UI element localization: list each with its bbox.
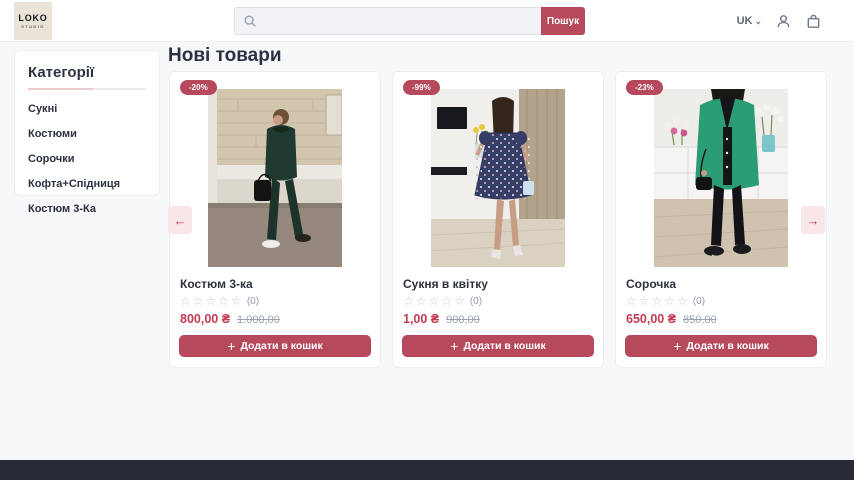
star-icon: ☆ — [652, 295, 663, 307]
star-icon: ☆ — [664, 295, 675, 307]
header: LOKO STUDIO Пошук UK ⌄ — [0, 0, 854, 42]
star-icon: ☆ — [218, 295, 229, 307]
price-row: 650,00 ₴ 850,00 — [626, 312, 816, 326]
product-image[interactable] — [654, 89, 788, 267]
add-to-cart-button[interactable]: + Додати в кошик — [179, 335, 371, 357]
search-input[interactable] — [263, 15, 533, 27]
price: 650,00 ₴ — [626, 312, 676, 326]
search-icon — [243, 14, 257, 28]
star-icon: ☆ — [416, 295, 427, 307]
star-icon: ☆ — [429, 295, 440, 307]
product-card[interactable]: -23% — [615, 71, 827, 368]
header-right: UK ⌄ — [737, 0, 822, 42]
language-label: UK — [737, 15, 753, 27]
star-icon: ☆ — [441, 295, 452, 307]
storefront-page: LOKO STUDIO Пошук UK ⌄ — [0, 0, 854, 480]
star-icon: ☆ — [193, 295, 204, 307]
sidebar-item-suits[interactable]: Костюми — [28, 124, 146, 140]
star-icon: ☆ — [180, 295, 191, 307]
price: 800,00 ₴ — [180, 312, 230, 326]
new-products-carousel: -20% — [169, 71, 827, 368]
sidebar-item-top-skirt[interactable]: Кофта+Спідниця — [28, 174, 146, 190]
old-price: 850,00 — [683, 314, 717, 326]
chevron-down-icon: ⌄ — [754, 16, 762, 27]
search-button[interactable]: Пошук — [541, 7, 585, 35]
rating: ☆ ☆ ☆ ☆ ☆ (0) — [180, 295, 370, 307]
rating-count: (0) — [693, 296, 705, 307]
cart-icon[interactable] — [805, 13, 822, 30]
star-icon: ☆ — [677, 295, 688, 307]
product-title[interactable]: Сорочка — [626, 277, 816, 291]
old-price: 900,00 — [446, 314, 480, 326]
logo-subtext: STUDIO — [21, 24, 45, 29]
add-to-cart-button[interactable]: + Додати в кошик — [625, 335, 817, 357]
user-icon[interactable] — [775, 13, 792, 30]
price-row: 800,00 ₴ 1.000,00 — [180, 312, 370, 326]
plus-icon: + — [450, 339, 458, 353]
plus-icon: + — [673, 339, 681, 353]
star-icon: ☆ — [454, 295, 465, 307]
add-to-cart-label: Додати в кошик — [240, 340, 322, 352]
sidebar-item-suit-3[interactable]: Костюм 3-Ка — [28, 199, 146, 215]
arrow-right-icon: → — [807, 213, 820, 228]
search-bar: Пошук — [234, 7, 585, 35]
price-row: 1,00 ₴ 900,00 — [403, 312, 593, 326]
discount-badge: -23% — [626, 80, 663, 95]
search-box — [234, 7, 541, 35]
add-to-cart-button[interactable]: + Додати в кошик — [402, 335, 594, 357]
arrow-left-icon: ← — [174, 213, 187, 228]
star-icon: ☆ — [403, 295, 414, 307]
sidebar-divider — [28, 88, 146, 90]
carousel-prev-button[interactable]: ← — [168, 206, 192, 234]
rating-count: (0) — [247, 296, 259, 307]
product-image[interactable] — [431, 89, 565, 267]
sidebar-item-shirts[interactable]: Сорочки — [28, 149, 146, 165]
rating-count: (0) — [470, 296, 482, 307]
star-icon: ☆ — [206, 295, 217, 307]
discount-badge: -20% — [180, 80, 217, 95]
product-image[interactable] — [208, 89, 342, 267]
star-icon: ☆ — [231, 295, 242, 307]
carousel-next-button[interactable]: → — [801, 206, 825, 234]
old-price: 1.000,00 — [237, 314, 280, 326]
add-to-cart-label: Додати в кошик — [463, 340, 545, 352]
sidebar-item-dresses[interactable]: Сукні — [28, 99, 146, 115]
star-icon: ☆ — [626, 295, 637, 307]
rating: ☆ ☆ ☆ ☆ ☆ (0) — [626, 295, 816, 307]
product-card[interactable]: -99% — [392, 71, 604, 368]
add-to-cart-label: Додати в кошик — [686, 340, 768, 352]
product-card[interactable]: -20% — [169, 71, 381, 368]
plus-icon: + — [227, 339, 235, 353]
star-icon: ☆ — [639, 295, 650, 307]
price: 1,00 ₴ — [403, 312, 439, 326]
logo-text: LOKO — [18, 13, 47, 23]
sidebar-title: Категорії — [28, 64, 146, 81]
logo[interactable]: LOKO STUDIO — [14, 2, 52, 40]
rating: ☆ ☆ ☆ ☆ ☆ (0) — [403, 295, 593, 307]
footer — [0, 460, 854, 480]
page-title: Нові товари — [168, 45, 282, 67]
product-title[interactable]: Сукня в квітку — [403, 277, 593, 291]
language-selector[interactable]: UK ⌄ — [737, 15, 762, 27]
category-sidebar: Категорії Сукні Костюми Сорочки Кофта+Сп… — [14, 50, 160, 196]
product-title[interactable]: Костюм 3-ка — [180, 277, 370, 291]
discount-badge: -99% — [403, 80, 440, 95]
